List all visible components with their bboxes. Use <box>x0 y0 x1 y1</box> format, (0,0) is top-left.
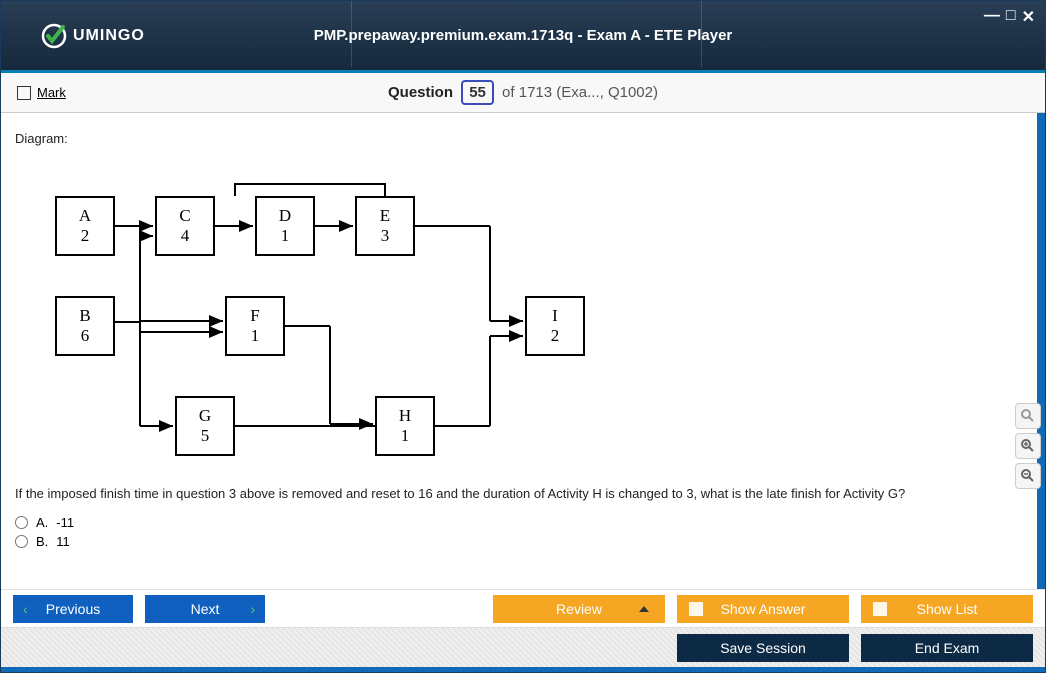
content-area: Diagram: <box>1 113 1045 589</box>
titlebar: UMINGO PMP.prepaway.premium.exam.1713q -… <box>1 1 1045 73</box>
window-controls: — □ ✕ <box>984 7 1035 27</box>
node-i: I2 <box>525 296 585 356</box>
logo: UMINGO <box>1 23 145 49</box>
logo-checkmark-icon <box>41 23 67 49</box>
question-bar: Mark Question 55 of 1713 (Exa..., Q1002) <box>1 73 1045 113</box>
scrollbar-vertical[interactable] <box>1037 113 1045 589</box>
question-label: Question <box>388 84 453 101</box>
answer-letter: A. <box>36 515 48 530</box>
zoom-in-button[interactable] <box>1015 433 1041 459</box>
question-info: Question 55 of 1713 (Exa..., Q1002) <box>388 80 658 105</box>
previous-label: Previous <box>46 601 100 617</box>
window-title: PMP.prepaway.premium.exam.1713q - Exam A… <box>314 27 733 44</box>
answer-option-b[interactable]: B. 11 <box>15 534 1031 549</box>
list-icon <box>873 602 887 616</box>
node-c: C4 <box>155 196 215 256</box>
answer-letter: B. <box>36 534 48 549</box>
answer-icon <box>689 602 703 616</box>
zoom-out-button[interactable] <box>1015 463 1041 489</box>
minimize-button[interactable]: — <box>984 7 1000 27</box>
previous-button[interactable]: ‹ Previous <box>13 595 133 623</box>
answer-radio-b[interactable] <box>15 535 28 548</box>
action-bar-1: ‹ Previous Next › Review Show Answer Sho… <box>1 589 1045 627</box>
maximize-button[interactable]: □ <box>1006 7 1016 27</box>
show-answer-label: Show Answer <box>721 601 806 617</box>
bottom-border <box>1 667 1045 672</box>
close-button[interactable]: ✕ <box>1022 7 1035 27</box>
answer-text: 11 <box>56 534 70 549</box>
mark-label[interactable]: Mark <box>37 85 66 100</box>
question-number[interactable]: 55 <box>461 80 494 105</box>
answer-option-a[interactable]: A. -11 <box>15 515 1031 530</box>
end-exam-button[interactable]: End Exam <box>861 634 1033 662</box>
mark-checkbox[interactable] <box>17 86 31 100</box>
show-list-label: Show List <box>917 601 978 617</box>
chevron-right-icon: › <box>250 601 255 617</box>
logo-text: UMINGO <box>73 27 145 45</box>
node-b: B6 <box>55 296 115 356</box>
show-answer-button[interactable]: Show Answer <box>677 595 849 623</box>
app-window: UMINGO PMP.prepaway.premium.exam.1713q -… <box>0 0 1046 673</box>
next-label: Next <box>191 601 220 617</box>
node-h: H1 <box>375 396 435 456</box>
show-list-button[interactable]: Show List <box>861 595 1033 623</box>
node-a: A2 <box>55 196 115 256</box>
node-e: E3 <box>355 196 415 256</box>
network-diagram: A2 C4 D1 E3 B6 F1 G5 H1 I2 <box>35 166 635 466</box>
question-text: If the imposed finish time in question 3… <box>15 486 1031 501</box>
action-bar-2: Save Session End Exam <box>1 627 1045 667</box>
triangle-up-icon <box>639 606 649 612</box>
zoom-controls <box>1015 403 1041 489</box>
next-button[interactable]: Next › <box>145 595 265 623</box>
answer-radio-a[interactable] <box>15 516 28 529</box>
review-label: Review <box>556 601 602 617</box>
save-session-button[interactable]: Save Session <box>677 634 849 662</box>
question-of-text: of 1713 (Exa..., Q1002) <box>502 84 658 101</box>
chevron-left-icon: ‹ <box>23 601 28 617</box>
review-button[interactable]: Review <box>493 595 665 623</box>
node-d: D1 <box>255 196 315 256</box>
node-g: G5 <box>175 396 235 456</box>
diagram-label: Diagram: <box>15 131 1031 146</box>
zoom-reset-button[interactable] <box>1015 403 1041 429</box>
node-f: F1 <box>225 296 285 356</box>
answer-text: -11 <box>56 515 74 530</box>
